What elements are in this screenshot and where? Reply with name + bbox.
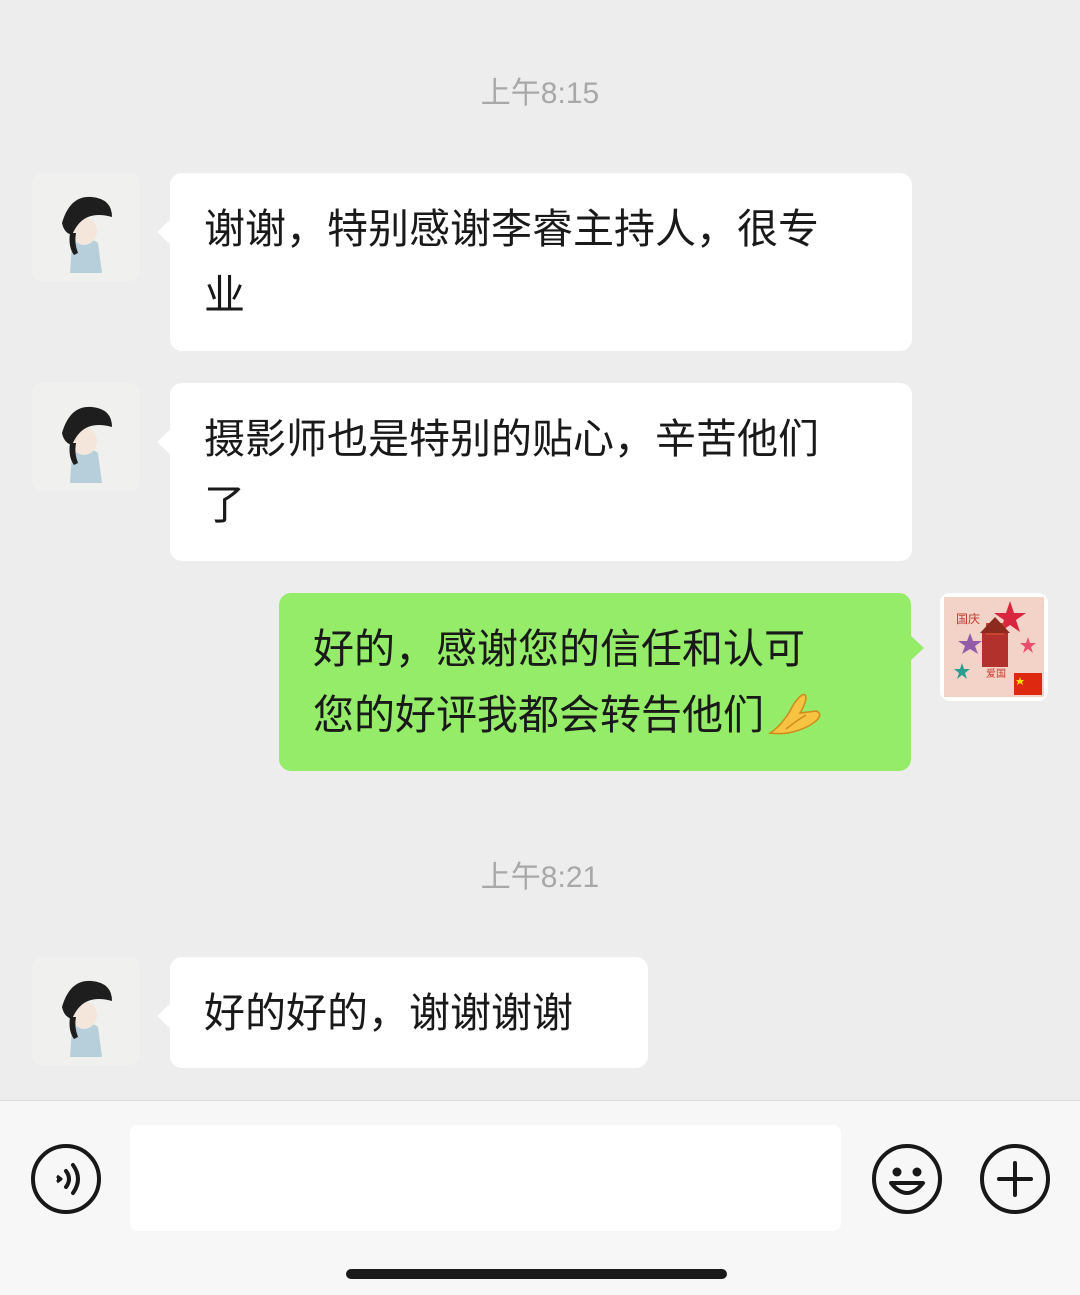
message-text: 好的好的，谢谢谢谢 bbox=[204, 989, 573, 1037]
plus-icon[interactable] bbox=[979, 1143, 1051, 1215]
input-bar bbox=[0, 1100, 1080, 1295]
smiley-icon[interactable] bbox=[871, 1143, 943, 1215]
contact-avatar[interactable] bbox=[32, 957, 140, 1065]
message-text: 业 bbox=[204, 271, 245, 319]
timestamp: 上午8:15 bbox=[480, 77, 600, 110]
home-indicator bbox=[346, 1269, 727, 1279]
avatar-label: 国庆 bbox=[956, 612, 980, 626]
incoming-message-bubble[interactable]: 谢谢，特别感谢李睿主持人，很专 业 bbox=[157, 173, 912, 351]
contact-avatar[interactable] bbox=[32, 173, 140, 281]
message-text: 好的，感谢您的信任和认可 bbox=[313, 625, 805, 673]
folded-hands-emoji bbox=[766, 690, 824, 756]
message-text: 了 bbox=[204, 481, 245, 529]
message-input[interactable] bbox=[130, 1125, 841, 1231]
contact-avatar[interactable] bbox=[32, 383, 140, 491]
avatar-label: 爱国 bbox=[986, 667, 1006, 680]
self-avatar[interactable]: 国庆 爱国 bbox=[940, 593, 1048, 701]
outgoing-message-bubble[interactable]: 好的，感谢您的信任和认可 您的好评我都会转告他们 bbox=[279, 593, 924, 771]
timestamp: 上午8:21 bbox=[480, 861, 600, 894]
message-text: 谢谢，特别感谢李睿主持人，很专 bbox=[204, 205, 819, 253]
voice-icon[interactable] bbox=[30, 1143, 102, 1215]
incoming-message-bubble[interactable]: 好的好的，谢谢谢谢 bbox=[157, 957, 648, 1068]
incoming-message-bubble[interactable]: 摄影师也是特别的贴心，辛苦他们 了 bbox=[157, 383, 912, 561]
chat-message-list[interactable]: 上午8:15 谢谢，特别感谢李睿主持人，很专 业 摄影师也是特别的贴心，辛苦他们… bbox=[0, 0, 1080, 1100]
message-text: 摄影师也是特别的贴心，辛苦他们 bbox=[204, 415, 819, 463]
message-text: 您的好评我都会转告他们 bbox=[313, 691, 764, 739]
